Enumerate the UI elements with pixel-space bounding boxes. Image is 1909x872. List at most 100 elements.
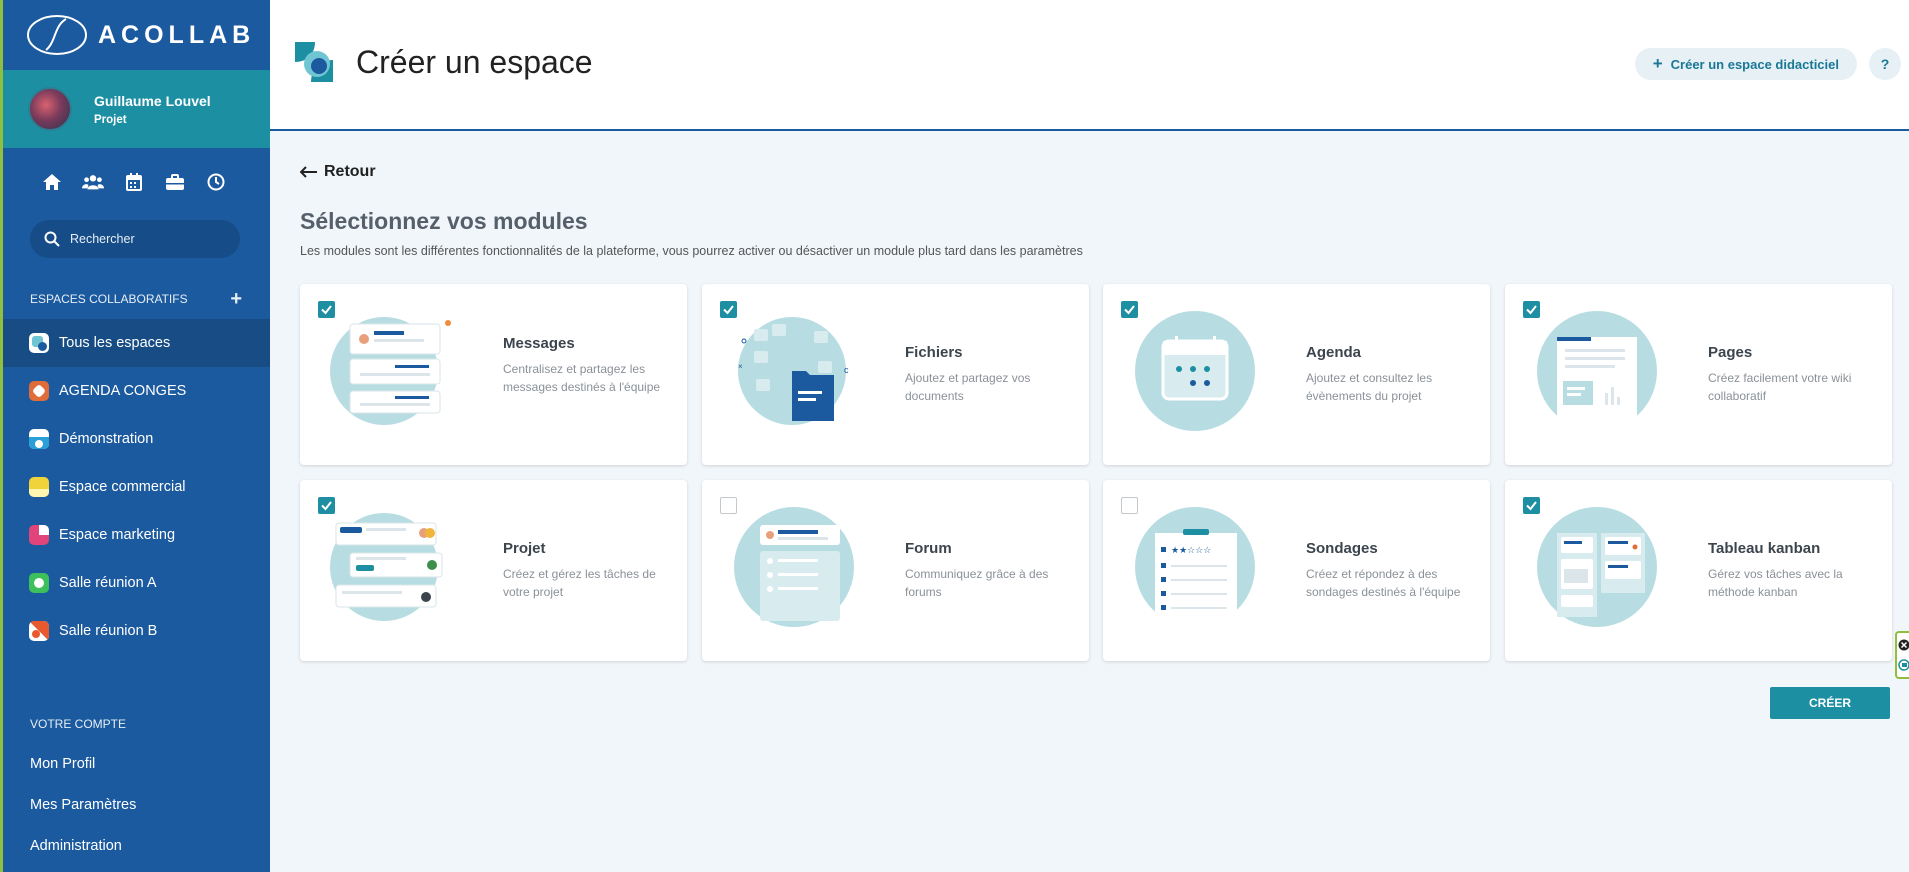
space-label: Démonstration xyxy=(59,431,154,447)
space-icon xyxy=(29,477,49,497)
calendar-illustration-icon xyxy=(1135,311,1255,431)
files-illustration-icon: × c xyxy=(738,317,849,425)
space-icon xyxy=(29,333,49,353)
section-description: Les modules sont les différentes fonctio… xyxy=(300,244,1083,258)
space-icon xyxy=(29,525,49,545)
link-settings[interactable]: Mes Paramètres xyxy=(0,784,270,825)
users-icon[interactable] xyxy=(82,171,104,193)
briefcase-icon[interactable] xyxy=(164,171,186,193)
polls-illustration-icon: ★★☆☆☆ xyxy=(1135,507,1255,630)
module-card-messages[interactable]: Messages Centralisez et partagez les mes… xyxy=(300,284,687,465)
space-item[interactable]: Salle réunion B xyxy=(0,607,270,655)
module-name: Pages xyxy=(1708,344,1753,361)
spaces-list: Tous les espaces AGENDA CONGES Démonstra… xyxy=(0,319,270,655)
module-description: Ajoutez et partagez vos documents xyxy=(905,371,1031,403)
space-icon xyxy=(29,621,49,641)
space-icon xyxy=(29,381,49,401)
account-section-header: VOTRE COMPTE xyxy=(0,715,270,733)
module-description: Gérez vos tâches avec la méthode kanban xyxy=(1708,567,1843,599)
back-link[interactable]: Retour xyxy=(300,163,376,181)
space-label: AGENDA CONGES xyxy=(59,383,187,399)
quick-nav xyxy=(0,168,270,196)
brand-name: ACOLLAB xyxy=(98,20,256,49)
tutorial-button-label: Créer un espace didacticiel xyxy=(1670,56,1839,72)
module-description: Communiquez grâce à des forums xyxy=(905,567,1049,599)
account-links: Mon Profil Mes Paramètres Administration xyxy=(0,743,270,866)
svg-text:★★☆☆☆: ★★☆☆☆ xyxy=(1171,546,1211,556)
page-header: Créer un espace + Créer un espace didact… xyxy=(270,0,1909,131)
svg-text:×: × xyxy=(738,362,743,371)
create-tutorial-space-button[interactable]: + Créer un espace didacticiel xyxy=(1634,48,1857,80)
kanban-illustration-icon xyxy=(1537,507,1657,627)
forum-illustration-icon xyxy=(734,507,854,627)
clock-icon[interactable] xyxy=(205,171,227,193)
module-name: Tableau kanban xyxy=(1708,540,1821,557)
project-illustration-icon xyxy=(330,513,443,621)
module-card-projet[interactable]: Projet Créez et gérez les tâches de votr… xyxy=(300,480,687,661)
module-card-forum[interactable]: Forum Communiquez grâce à des forums xyxy=(702,480,1089,661)
sidebar-accent-bar xyxy=(0,0,3,872)
space-item[interactable]: Espace marketing xyxy=(0,511,270,559)
space-label: Salle réunion B xyxy=(59,623,158,639)
space-label: Espace marketing xyxy=(59,527,176,543)
space-label: Tous les espaces xyxy=(59,335,171,351)
module-description: Centralisez et partagez les messages des… xyxy=(503,362,661,394)
module-name: Sondages xyxy=(1306,540,1378,557)
module-card-pages[interactable]: Pages Créez facilement votre wiki collab… xyxy=(1505,284,1892,465)
plus-icon: + xyxy=(1652,54,1663,73)
back-label: Retour xyxy=(324,163,376,180)
side-widget[interactable] xyxy=(1895,631,1909,679)
module-name: Fichiers xyxy=(905,344,963,361)
space-item[interactable]: AGENDA CONGES xyxy=(0,367,270,415)
user-role: Projet xyxy=(94,113,127,126)
acollab-logo-icon xyxy=(27,15,87,55)
close-icon[interactable] xyxy=(1898,639,1909,651)
module-name: Forum xyxy=(905,540,952,557)
module-description: Ajoutez et consultez les évènements du p… xyxy=(1306,371,1433,403)
pages-illustration-icon xyxy=(1537,311,1657,433)
space-item[interactable]: Démonstration xyxy=(0,415,270,463)
module-name: Agenda xyxy=(1306,344,1362,361)
create-button[interactable]: CRÉER xyxy=(1770,687,1890,719)
link-profile[interactable]: Mon Profil xyxy=(0,743,270,784)
space-icon xyxy=(29,573,49,593)
space-logo-icon xyxy=(295,42,333,82)
add-space-icon[interactable]: + xyxy=(230,288,242,311)
space-item[interactable]: Tous les espaces xyxy=(0,319,270,367)
module-description: Créez et gérez les tâches de votre proje… xyxy=(503,567,656,599)
section-title: Sélectionnez vos modules xyxy=(300,208,588,234)
search-box[interactable] xyxy=(30,220,240,258)
account-section-title: VOTRE COMPTE xyxy=(30,717,127,731)
search-icon xyxy=(44,231,60,247)
module-description: Créez et répondez à des sondages destiné… xyxy=(1306,567,1461,599)
brand-logo[interactable]: ACOLLAB xyxy=(0,0,270,70)
link-administration[interactable]: Administration xyxy=(0,825,270,866)
user-profile-block[interactable]: Guillaume Louvel Projet xyxy=(0,70,270,148)
calendar-icon[interactable] xyxy=(123,171,145,193)
space-label: Espace commercial xyxy=(59,479,186,495)
space-item[interactable]: Espace commercial xyxy=(0,463,270,511)
module-card-sondages[interactable]: ★★☆☆☆ Sondages Créez et répondez à des s… xyxy=(1103,480,1490,661)
user-info: Guillaume Louvel Projet xyxy=(94,93,211,126)
module-card-agenda[interactable]: Agenda Ajoutez et consultez les évènemen… xyxy=(1103,284,1490,465)
spaces-section-header: ESPACES COLLABORATIFS + xyxy=(0,288,270,311)
search-input[interactable] xyxy=(70,232,220,246)
widget-logo-icon xyxy=(1898,659,1909,671)
module-card-kanban[interactable]: Tableau kanban Gérez vos tâches avec la … xyxy=(1505,480,1892,661)
spaces-section-title: ESPACES COLLABORATIFS xyxy=(30,292,188,306)
help-button[interactable]: ? xyxy=(1869,48,1901,80)
arrow-left-icon xyxy=(300,166,317,178)
messages-illustration-icon xyxy=(330,317,451,425)
module-card-fichiers[interactable]: × c Fichiers Ajoutez et partagez vos doc… xyxy=(702,284,1089,465)
space-label: Salle réunion A xyxy=(59,575,157,591)
space-icon xyxy=(29,429,49,449)
home-icon[interactable] xyxy=(41,171,63,193)
space-item[interactable]: Salle réunion A xyxy=(0,559,270,607)
module-name: Projet xyxy=(503,540,546,557)
avatar[interactable] xyxy=(28,87,72,131)
user-name: Guillaume Louvel xyxy=(94,92,211,109)
sidebar: ACOLLAB Guillaume Louvel Projet ESPACES … xyxy=(0,0,270,872)
module-description: Créez facilement votre wiki collaboratif xyxy=(1708,371,1852,403)
svg-text:c: c xyxy=(844,365,849,375)
module-name: Messages xyxy=(503,335,575,352)
